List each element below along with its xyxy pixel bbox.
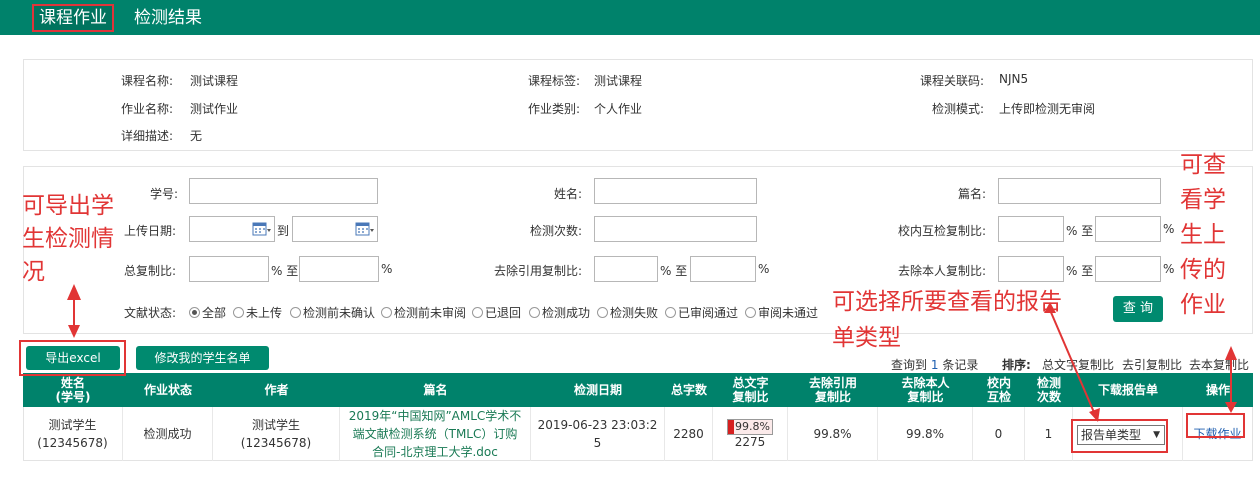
arrow-to-download-link (1225, 346, 1237, 413)
annotation-arrows (67, 284, 1237, 422)
arrow-to-report-select (1044, 302, 1100, 422)
arrow-to-export (67, 284, 81, 338)
